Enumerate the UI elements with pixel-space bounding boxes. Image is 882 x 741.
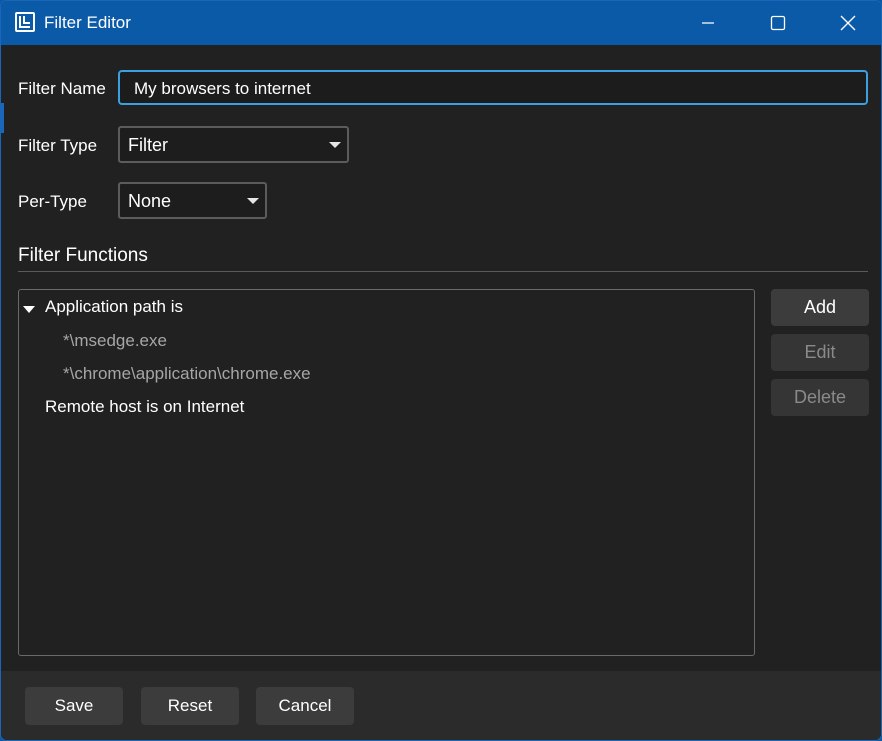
filter-type-value: Filter: [128, 135, 168, 155]
filter-functions-heading: Filter Functions: [18, 245, 148, 266]
window-title: Filter Editor: [44, 13, 131, 32]
tree-item-label: Application path is: [45, 297, 183, 316]
filter-functions-tree[interactable]: Application path is *\msedge.exe *\chrom…: [18, 289, 755, 656]
tree-child-item[interactable]: *\msedge.exe: [63, 331, 167, 351]
save-button[interactable]: Save: [25, 687, 123, 725]
cancel-button[interactable]: Cancel: [256, 687, 354, 725]
add-button[interactable]: Add: [771, 289, 869, 326]
delete-button[interactable]: Delete: [771, 379, 869, 416]
focus-accent: [1, 103, 4, 133]
app-logo-icon: [15, 12, 35, 32]
close-icon: [840, 15, 856, 31]
maximize-button[interactable]: [743, 1, 813, 45]
filter-name-input[interactable]: My browsers to internet: [118, 70, 868, 105]
maximize-icon: [770, 15, 786, 31]
dropdown-arrow-icon: [329, 142, 341, 148]
per-type-select[interactable]: None: [118, 182, 267, 219]
filter-type-select[interactable]: Filter: [118, 126, 349, 163]
tree-child-item[interactable]: *\chrome\application\chrome.exe: [63, 364, 311, 384]
filter-editor-window: Filter Editor Filter Name My browsers to…: [0, 0, 882, 741]
minimize-icon: [702, 22, 714, 24]
filter-name-label: Filter Name: [18, 79, 106, 98]
title-bar[interactable]: Filter Editor: [1, 1, 881, 45]
filter-type-label: Filter Type: [18, 136, 98, 155]
minimize-button[interactable]: [673, 1, 743, 45]
dropdown-arrow-icon: [247, 198, 259, 204]
footer-bar: Save Reset Cancel: [1, 671, 881, 740]
reset-button[interactable]: Reset: [141, 687, 239, 725]
tree-item-remote-host[interactable]: Remote host is on Internet: [45, 397, 244, 417]
per-type-value: None: [128, 191, 172, 211]
edit-button[interactable]: Edit: [771, 334, 869, 371]
tree-item-application-path[interactable]: Application path is: [19, 297, 754, 321]
chevron-down-icon[interactable]: [23, 306, 35, 313]
per-type-label: Per-Type: [18, 192, 87, 211]
close-button[interactable]: [813, 1, 881, 45]
section-divider: [18, 271, 868, 272]
